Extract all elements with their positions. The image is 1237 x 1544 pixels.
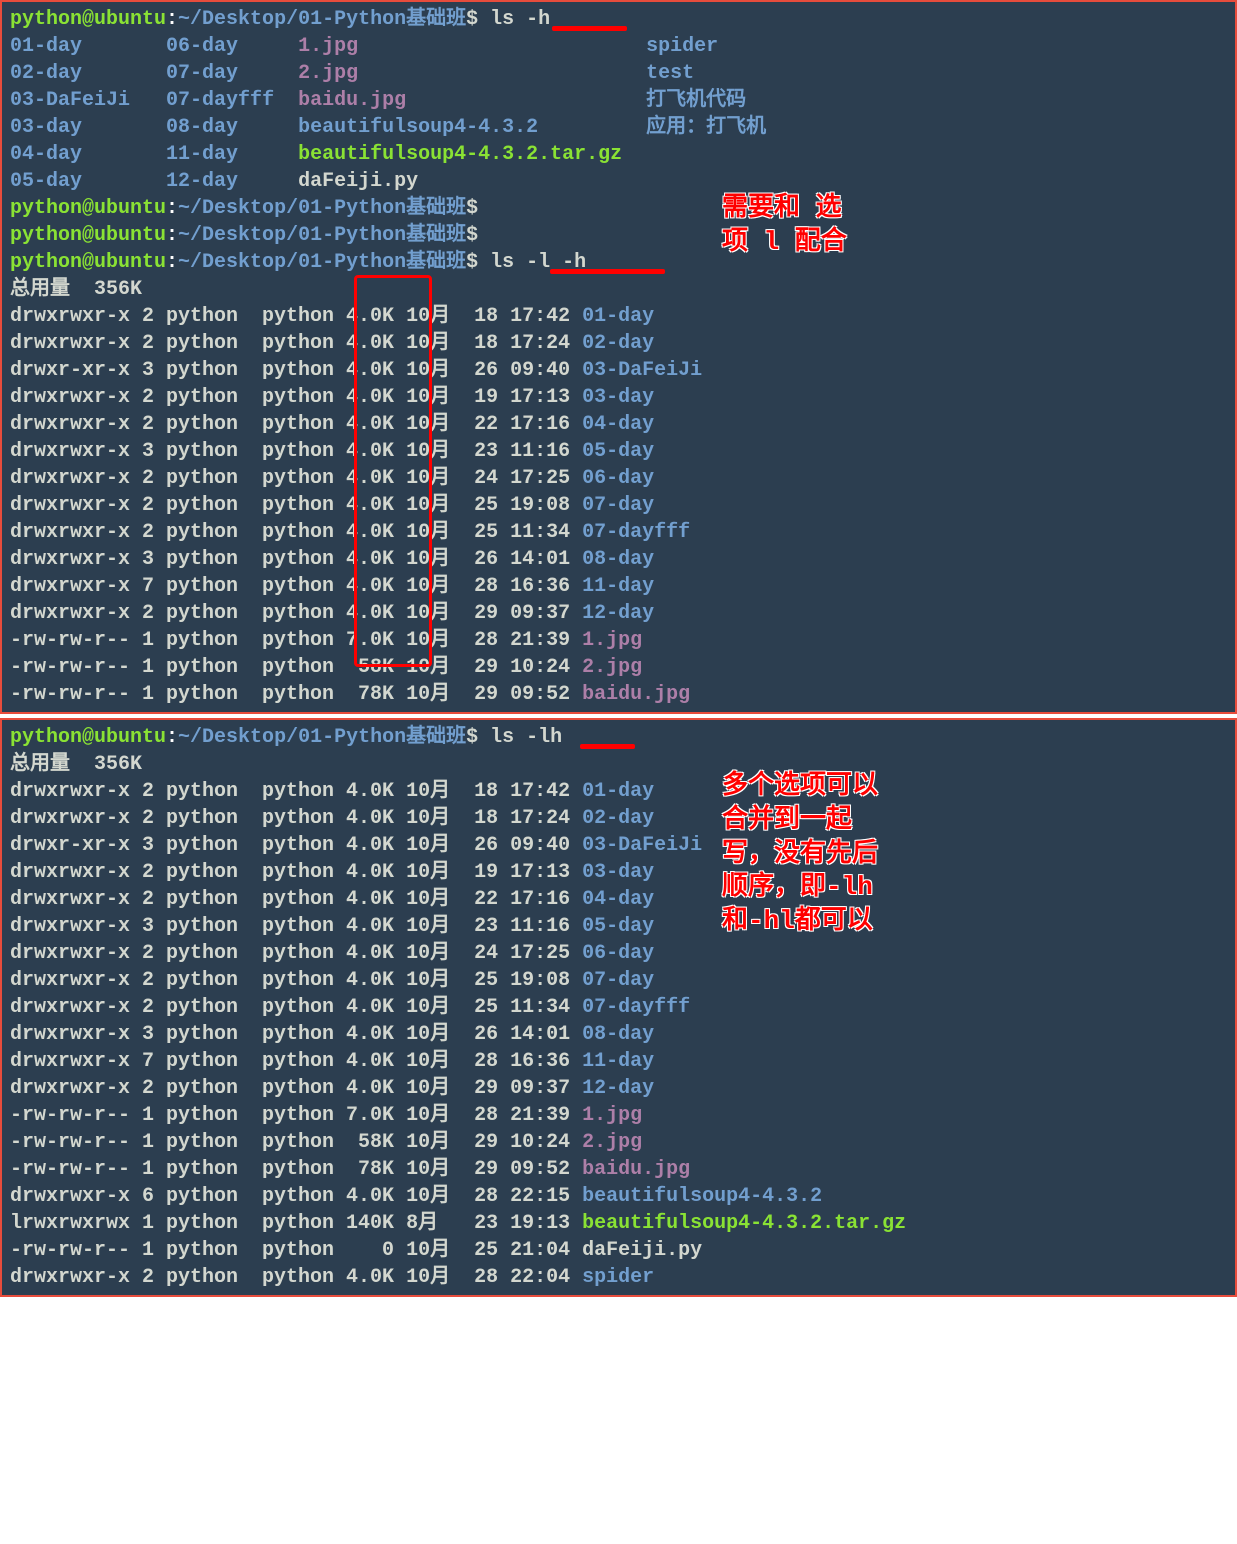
listing-row: lrwxrwxrwx 1 python python 140K 8月 23 19…	[10, 1210, 1227, 1237]
size-highlight-box	[354, 275, 432, 667]
command-ls-lh: ls -lh	[490, 726, 562, 749]
listing-row: -rw-rw-r-- 1 python python 78K 10月 29 09…	[10, 1156, 1227, 1183]
ls-output: 05-day 12-day daFeiji.py	[10, 168, 1227, 195]
listing-row: drwxrwxr-x 3 python python 4.0K 10月 23 1…	[10, 438, 1227, 465]
prompt-line: python@ubuntu:~/Desktop/01-Python基础班$	[10, 222, 1227, 249]
listing-row: drwxrwxr-x 2 python python 4.0K 10月 19 1…	[10, 859, 1227, 886]
listing-top: drwxrwxr-x 2 python python 4.0K 10月 18 1…	[10, 303, 1227, 708]
listing-row: drwxrwxr-x 7 python python 4.0K 10月 28 1…	[10, 573, 1227, 600]
listing-row: drwxrwxr-x 2 python python 4.0K 10月 29 0…	[10, 1075, 1227, 1102]
listing-row: drwxrwxr-x 6 python python 4.0K 10月 28 2…	[10, 1183, 1227, 1210]
ls-output: 03-DaFeiJi 07-dayfff baidu.jpg 打飞机代码	[10, 87, 1227, 114]
listing-row: drwxrwxr-x 2 python python 4.0K 10月 18 1…	[10, 330, 1227, 357]
ls-output: 03-day 08-day beautifulsoup4-4.3.2 应用：打飞…	[10, 114, 1227, 141]
listing-row: drwxrwxr-x 2 python python 4.0K 10月 25 1…	[10, 967, 1227, 994]
listing-row: drwxrwxr-x 2 python python 4.0K 10月 24 1…	[10, 940, 1227, 967]
listing-row: -rw-rw-r-- 1 python python 7.0K 10月 28 2…	[10, 627, 1227, 654]
listing-row: drwxrwxr-x 7 python python 4.0K 10月 28 1…	[10, 1048, 1227, 1075]
listing-row: -rw-rw-r-- 1 python python 58K 10月 29 10…	[10, 1129, 1227, 1156]
command-ls-h: ls -h	[490, 8, 550, 31]
underline-cmd2	[550, 269, 665, 274]
listing-bottom: drwxrwxr-x 2 python python 4.0K 10月 18 1…	[10, 778, 1227, 1291]
listing-row: drwxrwxr-x 2 python python 4.0K 10月 22 1…	[10, 411, 1227, 438]
ls-output: 01-day 06-day 1.jpg spider	[10, 33, 1227, 60]
listing-row: -rw-rw-r-- 1 python python 7.0K 10月 28 2…	[10, 1102, 1227, 1129]
listing-row: -rw-rw-r-- 1 python python 78K 10月 29 09…	[10, 681, 1227, 708]
listing-row: drwxrwxr-x 2 python python 4.0K 10月 18 1…	[10, 303, 1227, 330]
listing-row: drwxrwxr-x 3 python python 4.0K 10月 26 1…	[10, 1021, 1227, 1048]
underline-cmd1	[552, 26, 627, 31]
underline-cmd3	[580, 744, 635, 749]
listing-row: drwxrwxr-x 2 python python 4.0K 10月 29 0…	[10, 600, 1227, 627]
listing-row: drwxr-xr-x 3 python python 4.0K 10月 26 0…	[10, 832, 1227, 859]
listing-row: drwxrwxr-x 2 python python 4.0K 10月 19 1…	[10, 384, 1227, 411]
listing-row: drwxrwxr-x 2 python python 4.0K 10月 28 2…	[10, 1264, 1227, 1291]
listing-row: drwxrwxr-x 3 python python 4.0K 10月 26 1…	[10, 546, 1227, 573]
ls-output: 02-day 07-day 2.jpg test	[10, 60, 1227, 87]
listing-row: drwxrwxr-x 2 python python 4.0K 10月 18 1…	[10, 778, 1227, 805]
listing-row: drwxr-xr-x 3 python python 4.0K 10月 26 0…	[10, 357, 1227, 384]
terminal-top[interactable]: python@ubuntu:~/Desktop/01-Python基础班$ ls…	[0, 0, 1237, 714]
terminal-bottom[interactable]: python@ubuntu:~/Desktop/01-Python基础班$ ls…	[0, 718, 1237, 1297]
listing-row: drwxrwxr-x 3 python python 4.0K 10月 23 1…	[10, 913, 1227, 940]
listing-row: drwxrwxr-x 2 python python 4.0K 10月 18 1…	[10, 805, 1227, 832]
listing-row: drwxrwxr-x 2 python python 4.0K 10月 25 1…	[10, 492, 1227, 519]
listing-row: -rw-rw-r-- 1 python python 0 10月 25 21:0…	[10, 1237, 1227, 1264]
listing-row: drwxrwxr-x 2 python python 4.0K 10月 24 1…	[10, 465, 1227, 492]
total-line: 总用量 356K	[10, 751, 1227, 778]
prompt-line: python@ubuntu:~/Desktop/01-Python基础班$	[10, 195, 1227, 222]
annotation-top: 需要和 选 项 l 配合	[722, 192, 847, 260]
listing-row: drwxrwxr-x 2 python python 4.0K 10月 22 1…	[10, 886, 1227, 913]
listing-row: -rw-rw-r-- 1 python python 58K 10月 29 10…	[10, 654, 1227, 681]
ls-output: 04-day 11-day beautifulsoup4-4.3.2.tar.g…	[10, 141, 1227, 168]
listing-row: drwxrwxr-x 2 python python 4.0K 10月 25 1…	[10, 519, 1227, 546]
prompt-user: python@ubuntu	[10, 8, 166, 31]
listing-row: drwxrwxr-x 2 python python 4.0K 10月 25 1…	[10, 994, 1227, 1021]
total-line: 总用量 356K	[10, 276, 1227, 303]
annotation-bottom: 多个选项可以 合并到一起 写，没有先后 顺序，即-lh 和-hl都可以	[722, 770, 878, 939]
